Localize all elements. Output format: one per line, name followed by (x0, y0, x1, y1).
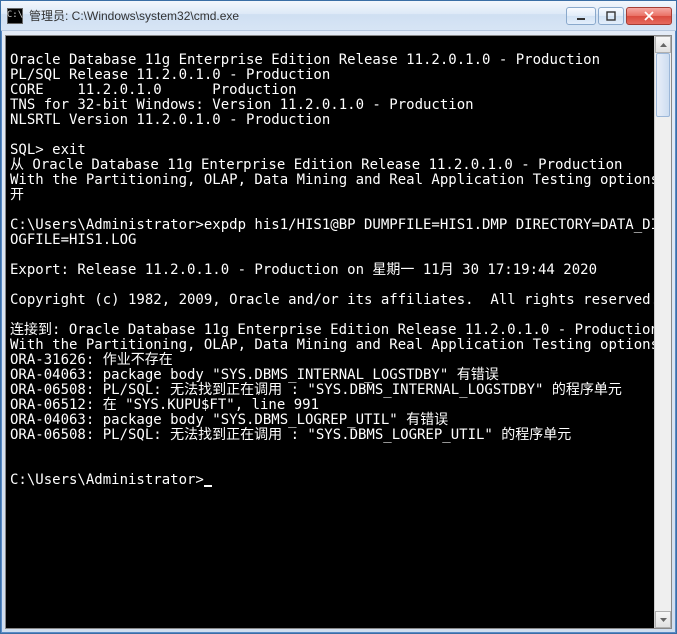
app-icon: C:\ (7, 8, 23, 24)
client-area: Oracle Database 11g Enterprise Edition R… (5, 35, 672, 629)
window-controls (566, 7, 672, 25)
minimize-button[interactable] (566, 7, 596, 25)
titlebar[interactable]: C:\ 管理员: C:\Windows\system32\cmd.exe (1, 1, 676, 31)
cmd-window: C:\ 管理员: C:\Windows\system32\cmd.exe Ora… (0, 0, 677, 634)
scroll-up-button[interactable] (655, 36, 671, 53)
terminal-output[interactable]: Oracle Database 11g Enterprise Edition R… (6, 36, 654, 628)
maximize-button[interactable] (598, 7, 624, 25)
cursor (204, 485, 212, 487)
window-title: 管理员: C:\Windows\system32\cmd.exe (29, 7, 560, 24)
close-button[interactable] (626, 7, 672, 25)
scroll-track[interactable] (655, 53, 671, 611)
scroll-down-button[interactable] (655, 611, 671, 628)
vertical-scrollbar[interactable] (654, 36, 671, 628)
scroll-thumb[interactable] (656, 53, 670, 117)
